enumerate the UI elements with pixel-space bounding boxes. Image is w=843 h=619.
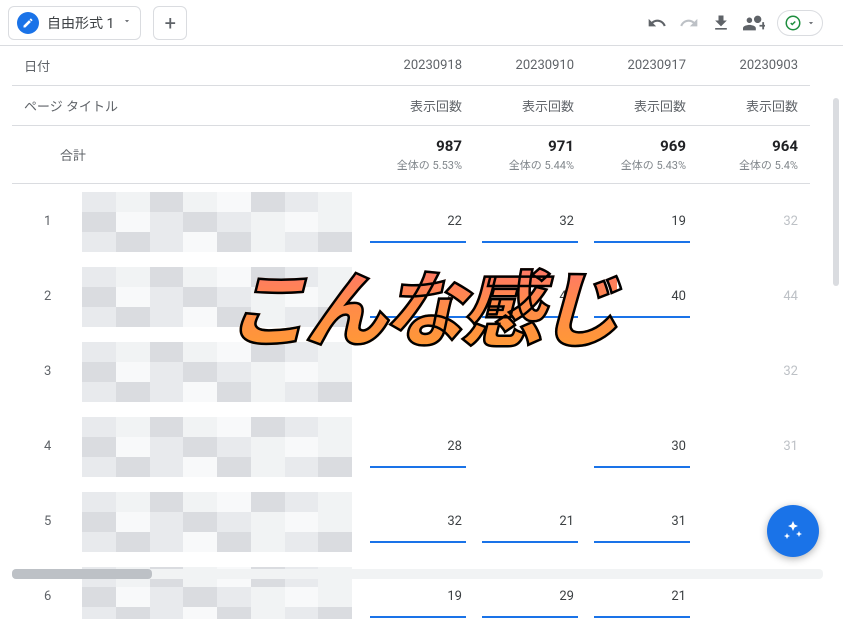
tab-label: 自由形式 1: [47, 13, 114, 33]
vertical-scrollbar[interactable]: [833, 98, 839, 567]
tab-freeform-1[interactable]: 自由形式 1: [8, 6, 141, 40]
date-col-1[interactable]: 20230910: [474, 46, 586, 86]
metric-col-0[interactable]: 表示回数: [362, 86, 474, 126]
blurred-page-title: [82, 492, 352, 552]
add-tab-button[interactable]: +: [153, 6, 187, 40]
blurred-page-title: [82, 192, 352, 252]
undo-button[interactable]: [647, 13, 667, 33]
share-button[interactable]: [743, 12, 765, 34]
date-col-0[interactable]: 20230918: [362, 46, 474, 86]
data-cell[interactable]: 44: [698, 259, 810, 334]
row-number: 5: [12, 484, 362, 559]
metric-col-2[interactable]: 表示回数: [586, 86, 698, 126]
totals-sub: 全体の 5.4%: [739, 157, 798, 173]
totals-value: 987: [436, 137, 462, 155]
sparkle-gear-icon: [781, 519, 805, 543]
toolbar-left: 自由形式 1 +: [8, 6, 187, 40]
content-area: 日付 20230918 20230910 20230917 20230903 ペ…: [0, 46, 843, 619]
data-cell[interactable]: 31: [698, 409, 810, 484]
data-cell[interactable]: 29: [474, 559, 586, 619]
metric-col-1[interactable]: 表示回数: [474, 86, 586, 126]
col-header-date[interactable]: 日付: [12, 46, 362, 86]
totals-cell-2: 969 全体の 5.43%: [586, 126, 698, 184]
pencil-icon: [17, 12, 39, 34]
date-col-3[interactable]: 20230903: [698, 46, 810, 86]
chevron-down-icon: [806, 18, 816, 28]
data-cell[interactable]: 31: [586, 484, 698, 559]
toolbar-right: [647, 10, 835, 36]
date-col-2[interactable]: 20230917: [586, 46, 698, 86]
data-cell[interactable]: 30: [586, 409, 698, 484]
check-circle-icon: [784, 14, 802, 32]
data-cell[interactable]: 32: [362, 484, 474, 559]
chevron-down-icon: [122, 15, 132, 30]
scrollbar-thumb[interactable]: [12, 569, 152, 579]
data-cell[interactable]: [698, 559, 810, 619]
totals-cell-3: 964 全体の 5.4%: [698, 126, 810, 184]
horizontal-scrollbar[interactable]: [12, 569, 823, 579]
totals-sub: 全体の 5.44%: [509, 157, 574, 173]
totals-cell-0: 987 全体の 5.53%: [362, 126, 474, 184]
metric-col-3[interactable]: 表示回数: [698, 86, 810, 126]
totals-sub: 全体の 5.43%: [621, 157, 686, 173]
totals-cell-1: 971 全体の 5.44%: [474, 126, 586, 184]
totals-sub: 全体の 5.53%: [397, 157, 462, 173]
row-number: 6: [12, 559, 362, 619]
overlay-annotation: こんな感じ: [227, 244, 617, 363]
toolbar: 自由形式 1 +: [0, 0, 843, 46]
totals-value: 964: [772, 137, 798, 155]
insights-fab[interactable]: [767, 505, 819, 557]
redo-button[interactable]: [679, 13, 699, 33]
row-number: 4: [12, 409, 362, 484]
data-cell[interactable]: [474, 409, 586, 484]
data-cell[interactable]: 32: [698, 184, 810, 259]
status-chip[interactable]: [777, 10, 823, 36]
totals-label: 合計: [12, 126, 362, 184]
blurred-page-title: [82, 417, 352, 477]
data-cell[interactable]: 21: [586, 559, 698, 619]
data-cell[interactable]: 28: [362, 409, 474, 484]
data-cell[interactable]: 19: [362, 559, 474, 619]
col-header-pagetitle[interactable]: ページ タイトル: [12, 86, 362, 126]
totals-value: 969: [660, 137, 686, 155]
data-cell[interactable]: 21: [474, 484, 586, 559]
data-cell[interactable]: 32: [698, 334, 810, 409]
scrollbar-thumb[interactable]: [833, 98, 839, 286]
download-button[interactable]: [711, 13, 731, 33]
totals-value: 971: [548, 137, 574, 155]
